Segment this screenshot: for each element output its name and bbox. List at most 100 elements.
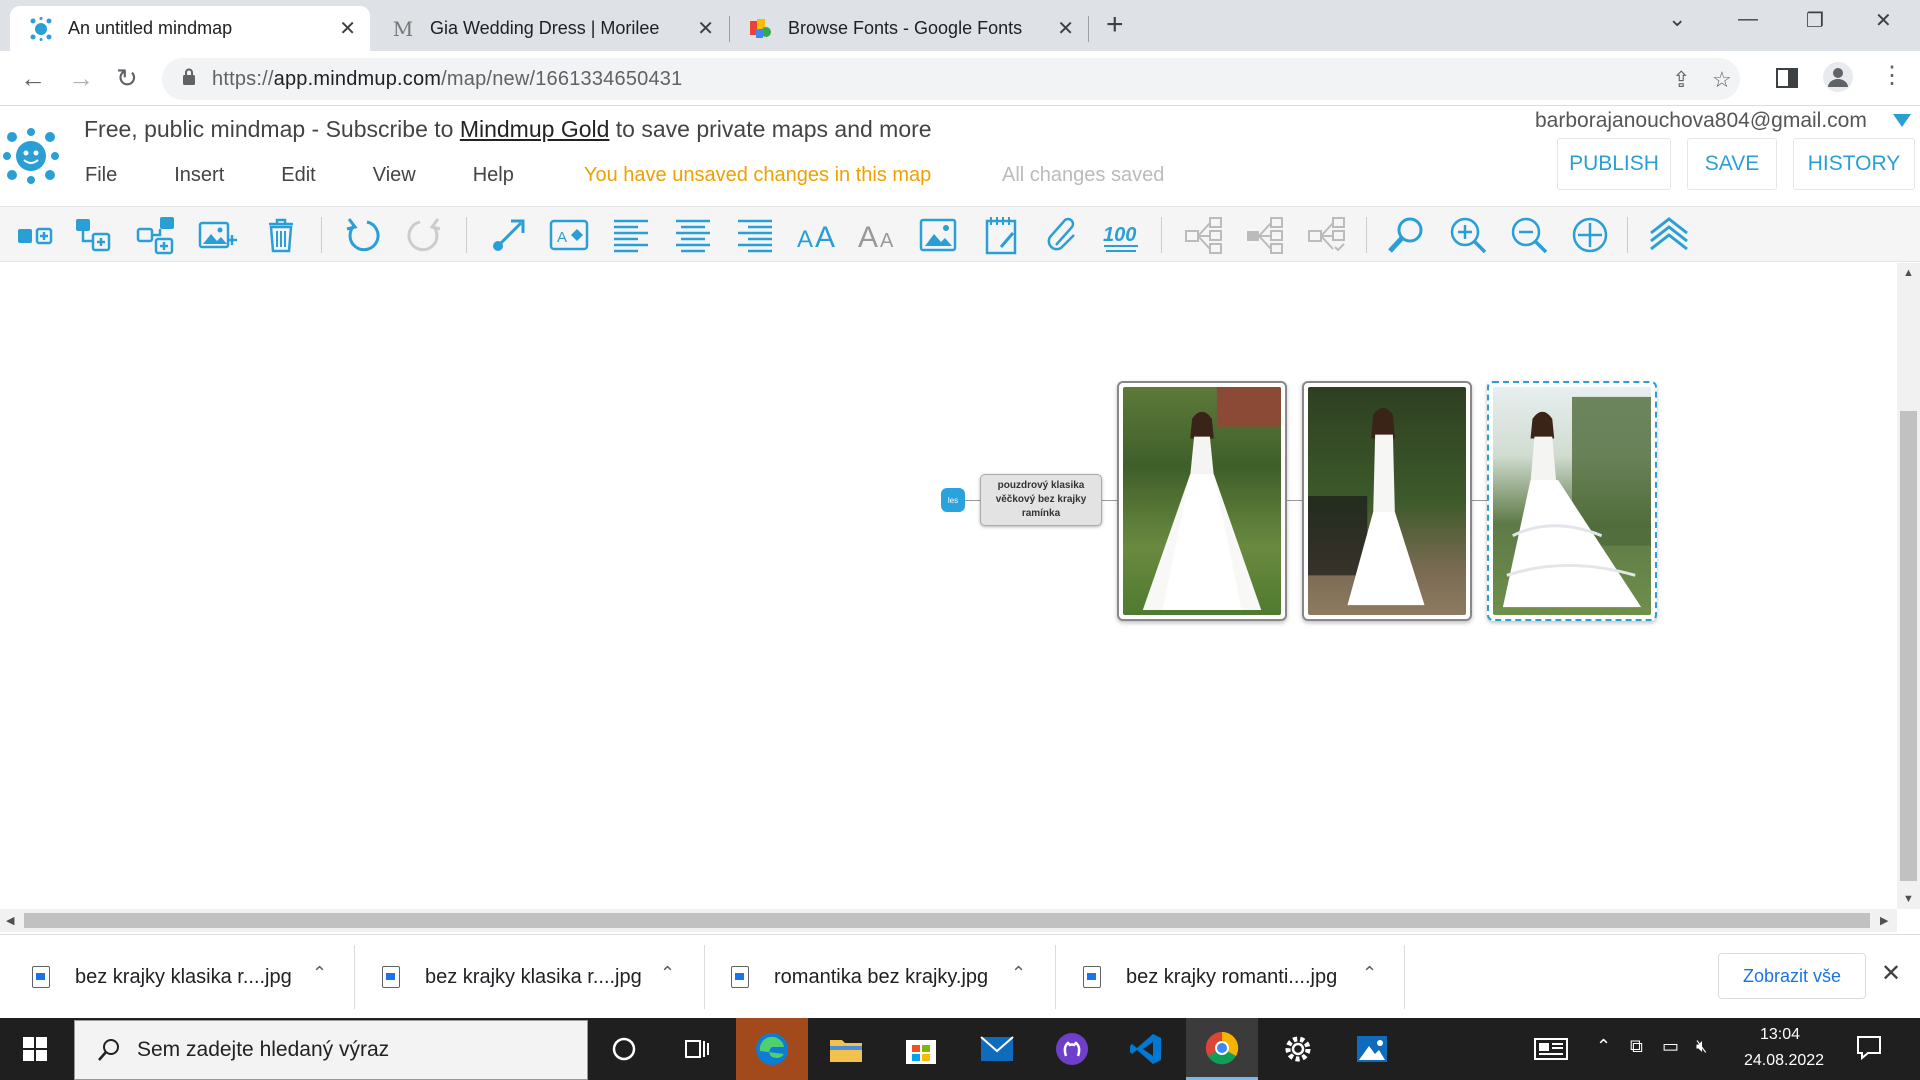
- chevron-up-icon[interactable]: ⌃: [660, 963, 675, 984]
- scroll-left-icon[interactable]: ◀: [6, 914, 14, 927]
- menu-insert[interactable]: Insert: [174, 164, 224, 187]
- add-parent-icon[interactable]: [134, 213, 178, 257]
- save-button[interactable]: SAVE: [1687, 138, 1777, 190]
- new-tab-icon[interactable]: +: [1106, 8, 1124, 42]
- note-icon[interactable]: [979, 213, 1023, 257]
- task-view-icon[interactable]: [660, 1018, 732, 1080]
- text-node[interactable]: pouzdrový klasika věčkový bez krajky ram…: [980, 474, 1102, 526]
- menu-view[interactable]: View: [373, 164, 416, 187]
- connect-icon[interactable]: [487, 213, 531, 257]
- settings-icon[interactable]: [1262, 1018, 1334, 1080]
- user-email[interactable]: barborajanouchova804@gmail.com: [1535, 109, 1867, 133]
- back-icon[interactable]: ←: [20, 63, 46, 94]
- close-tab-icon[interactable]: ✕: [697, 16, 714, 41]
- photos-icon[interactable]: [1336, 1018, 1408, 1080]
- collapse-toolbar-icon[interactable]: [1647, 213, 1691, 257]
- download-item[interactable]: romantika bez krajky.jpg ⌃: [731, 935, 1049, 1019]
- menu-edit[interactable]: Edit: [281, 164, 315, 187]
- file-explorer-icon[interactable]: [810, 1018, 882, 1080]
- scroll-right-icon[interactable]: ▶: [1880, 914, 1888, 927]
- scroll-down-icon[interactable]: ▼: [1903, 893, 1914, 905]
- reset-view-icon[interactable]: [1568, 213, 1612, 257]
- link-icon[interactable]: [1040, 213, 1084, 257]
- chevron-up-icon[interactable]: ⌃: [312, 963, 327, 984]
- add-child-icon[interactable]: [14, 213, 58, 257]
- clock-date[interactable]: 24.08.2022: [1744, 1052, 1824, 1070]
- history-button[interactable]: HISTORY: [1793, 138, 1915, 190]
- mindmup-logo-icon[interactable]: [3, 128, 59, 184]
- mail-icon[interactable]: [961, 1018, 1033, 1080]
- forward-icon[interactable]: →: [68, 63, 94, 94]
- align-left-icon[interactable]: [609, 213, 653, 257]
- reload-icon[interactable]: ↻: [116, 63, 138, 94]
- cortana-icon[interactable]: [588, 1018, 660, 1080]
- image-node-icon[interactable]: [916, 213, 960, 257]
- minimize-icon[interactable]: —: [1738, 8, 1758, 31]
- image-node-dress-1[interactable]: [1117, 381, 1287, 621]
- scrollbar-thumb[interactable]: [1900, 411, 1917, 881]
- browser-menu-icon[interactable]: ⋮: [1880, 61, 1904, 90]
- tray-chevron-up-icon[interactable]: ⌃: [1596, 1036, 1611, 1057]
- volume-muted-icon[interactable]: 🔇︎: [1696, 1036, 1707, 1057]
- download-item[interactable]: bez krajky klasika r....jpg ⌃: [32, 935, 350, 1019]
- edge-icon[interactable]: [736, 1018, 808, 1080]
- redo-icon[interactable]: [402, 213, 446, 257]
- mindmup-gold-link[interactable]: Mindmup Gold: [460, 116, 610, 142]
- meet-now-icon[interactable]: ⧉: [1630, 1036, 1643, 1057]
- close-shelf-icon[interactable]: ✕: [1881, 959, 1901, 988]
- vscode-icon[interactable]: [1110, 1018, 1182, 1080]
- search-icon[interactable]: [1384, 213, 1428, 257]
- scrollbar-thumb[interactable]: [24, 913, 1870, 928]
- account-dropdown-icon[interactable]: [1893, 114, 1911, 127]
- close-window-icon[interactable]: ✕: [1875, 8, 1892, 33]
- mindmap-canvas[interactable]: les pouzdrový klasika věčkový bez krajky…: [0, 263, 1897, 909]
- notification-center-icon[interactable]: [1856, 1034, 1882, 1065]
- expand-icon[interactable]: [1182, 213, 1226, 257]
- address-bar[interactable]: https://app.mindmup.com/map/new/16613346…: [162, 58, 1740, 100]
- add-sibling-icon[interactable]: [72, 213, 116, 257]
- tab-google-fonts[interactable]: Browse Fonts - Google Fonts ✕: [730, 6, 1088, 51]
- publish-button[interactable]: PUBLISH: [1557, 138, 1671, 190]
- tab-morilee[interactable]: M Gia Wedding Dress | Morilee ✕: [372, 6, 728, 51]
- tab-mindmap[interactable]: An untitled mindmap ✕: [10, 6, 370, 51]
- menu-file[interactable]: File: [85, 164, 117, 187]
- menu-help[interactable]: Help: [473, 164, 514, 187]
- align-right-icon[interactable]: [733, 213, 777, 257]
- start-button[interactable]: [0, 1018, 70, 1080]
- clock-time[interactable]: 13:04: [1760, 1026, 1800, 1044]
- align-center-icon[interactable]: [671, 213, 715, 257]
- font-bigger-icon[interactable]: AA: [794, 213, 838, 257]
- zoom-out-icon[interactable]: [1507, 213, 1551, 257]
- node-style-icon[interactable]: A: [547, 213, 591, 257]
- tab-search-chevron-icon[interactable]: ⌄: [1668, 6, 1686, 32]
- github-desktop-icon[interactable]: [1036, 1018, 1108, 1080]
- vertical-scrollbar[interactable]: ▲ ▼: [1897, 263, 1920, 909]
- chevron-up-icon[interactable]: ⌃: [1011, 963, 1026, 984]
- microsoft-store-icon[interactable]: [885, 1018, 957, 1080]
- horizontal-scrollbar[interactable]: ◀ ▶: [0, 909, 1897, 932]
- download-item[interactable]: bez krajky klasika r....jpg ⌃: [382, 935, 700, 1019]
- image-node-dress-3[interactable]: [1487, 381, 1657, 621]
- root-node[interactable]: les: [941, 488, 965, 512]
- image-node-dress-2[interactable]: [1302, 381, 1472, 621]
- battery-icon[interactable]: ▭: [1662, 1036, 1679, 1057]
- insert-image-icon[interactable]: [196, 213, 240, 257]
- show-all-downloads-button[interactable]: Zobrazit vše: [1718, 953, 1866, 999]
- bookmark-star-icon[interactable]: ☆: [1712, 67, 1732, 93]
- taskbar-search-box[interactable]: Sem zadejte hledaný výraz: [74, 1020, 588, 1080]
- chevron-up-icon[interactable]: ⌃: [1362, 963, 1377, 984]
- scroll-up-icon[interactable]: ▲: [1903, 267, 1914, 279]
- toggle-icon[interactable]: [1305, 213, 1349, 257]
- close-tab-icon[interactable]: ✕: [1057, 16, 1074, 41]
- profile-avatar-icon[interactable]: [1822, 61, 1854, 100]
- zoom-in-icon[interactable]: [1446, 213, 1490, 257]
- font-smaller-icon[interactable]: AA: [855, 213, 899, 257]
- side-panel-icon[interactable]: [1776, 65, 1798, 96]
- download-item[interactable]: bez krajky romanti....jpg ⌃: [1083, 935, 1401, 1019]
- restore-icon[interactable]: ❐: [1806, 8, 1824, 33]
- share-icon[interactable]: ⇪: [1672, 67, 1690, 93]
- close-tab-icon[interactable]: ✕: [339, 16, 356, 41]
- delete-icon[interactable]: [259, 213, 303, 257]
- news-widget-icon[interactable]: [1534, 1038, 1568, 1065]
- chrome-icon[interactable]: [1186, 1018, 1258, 1080]
